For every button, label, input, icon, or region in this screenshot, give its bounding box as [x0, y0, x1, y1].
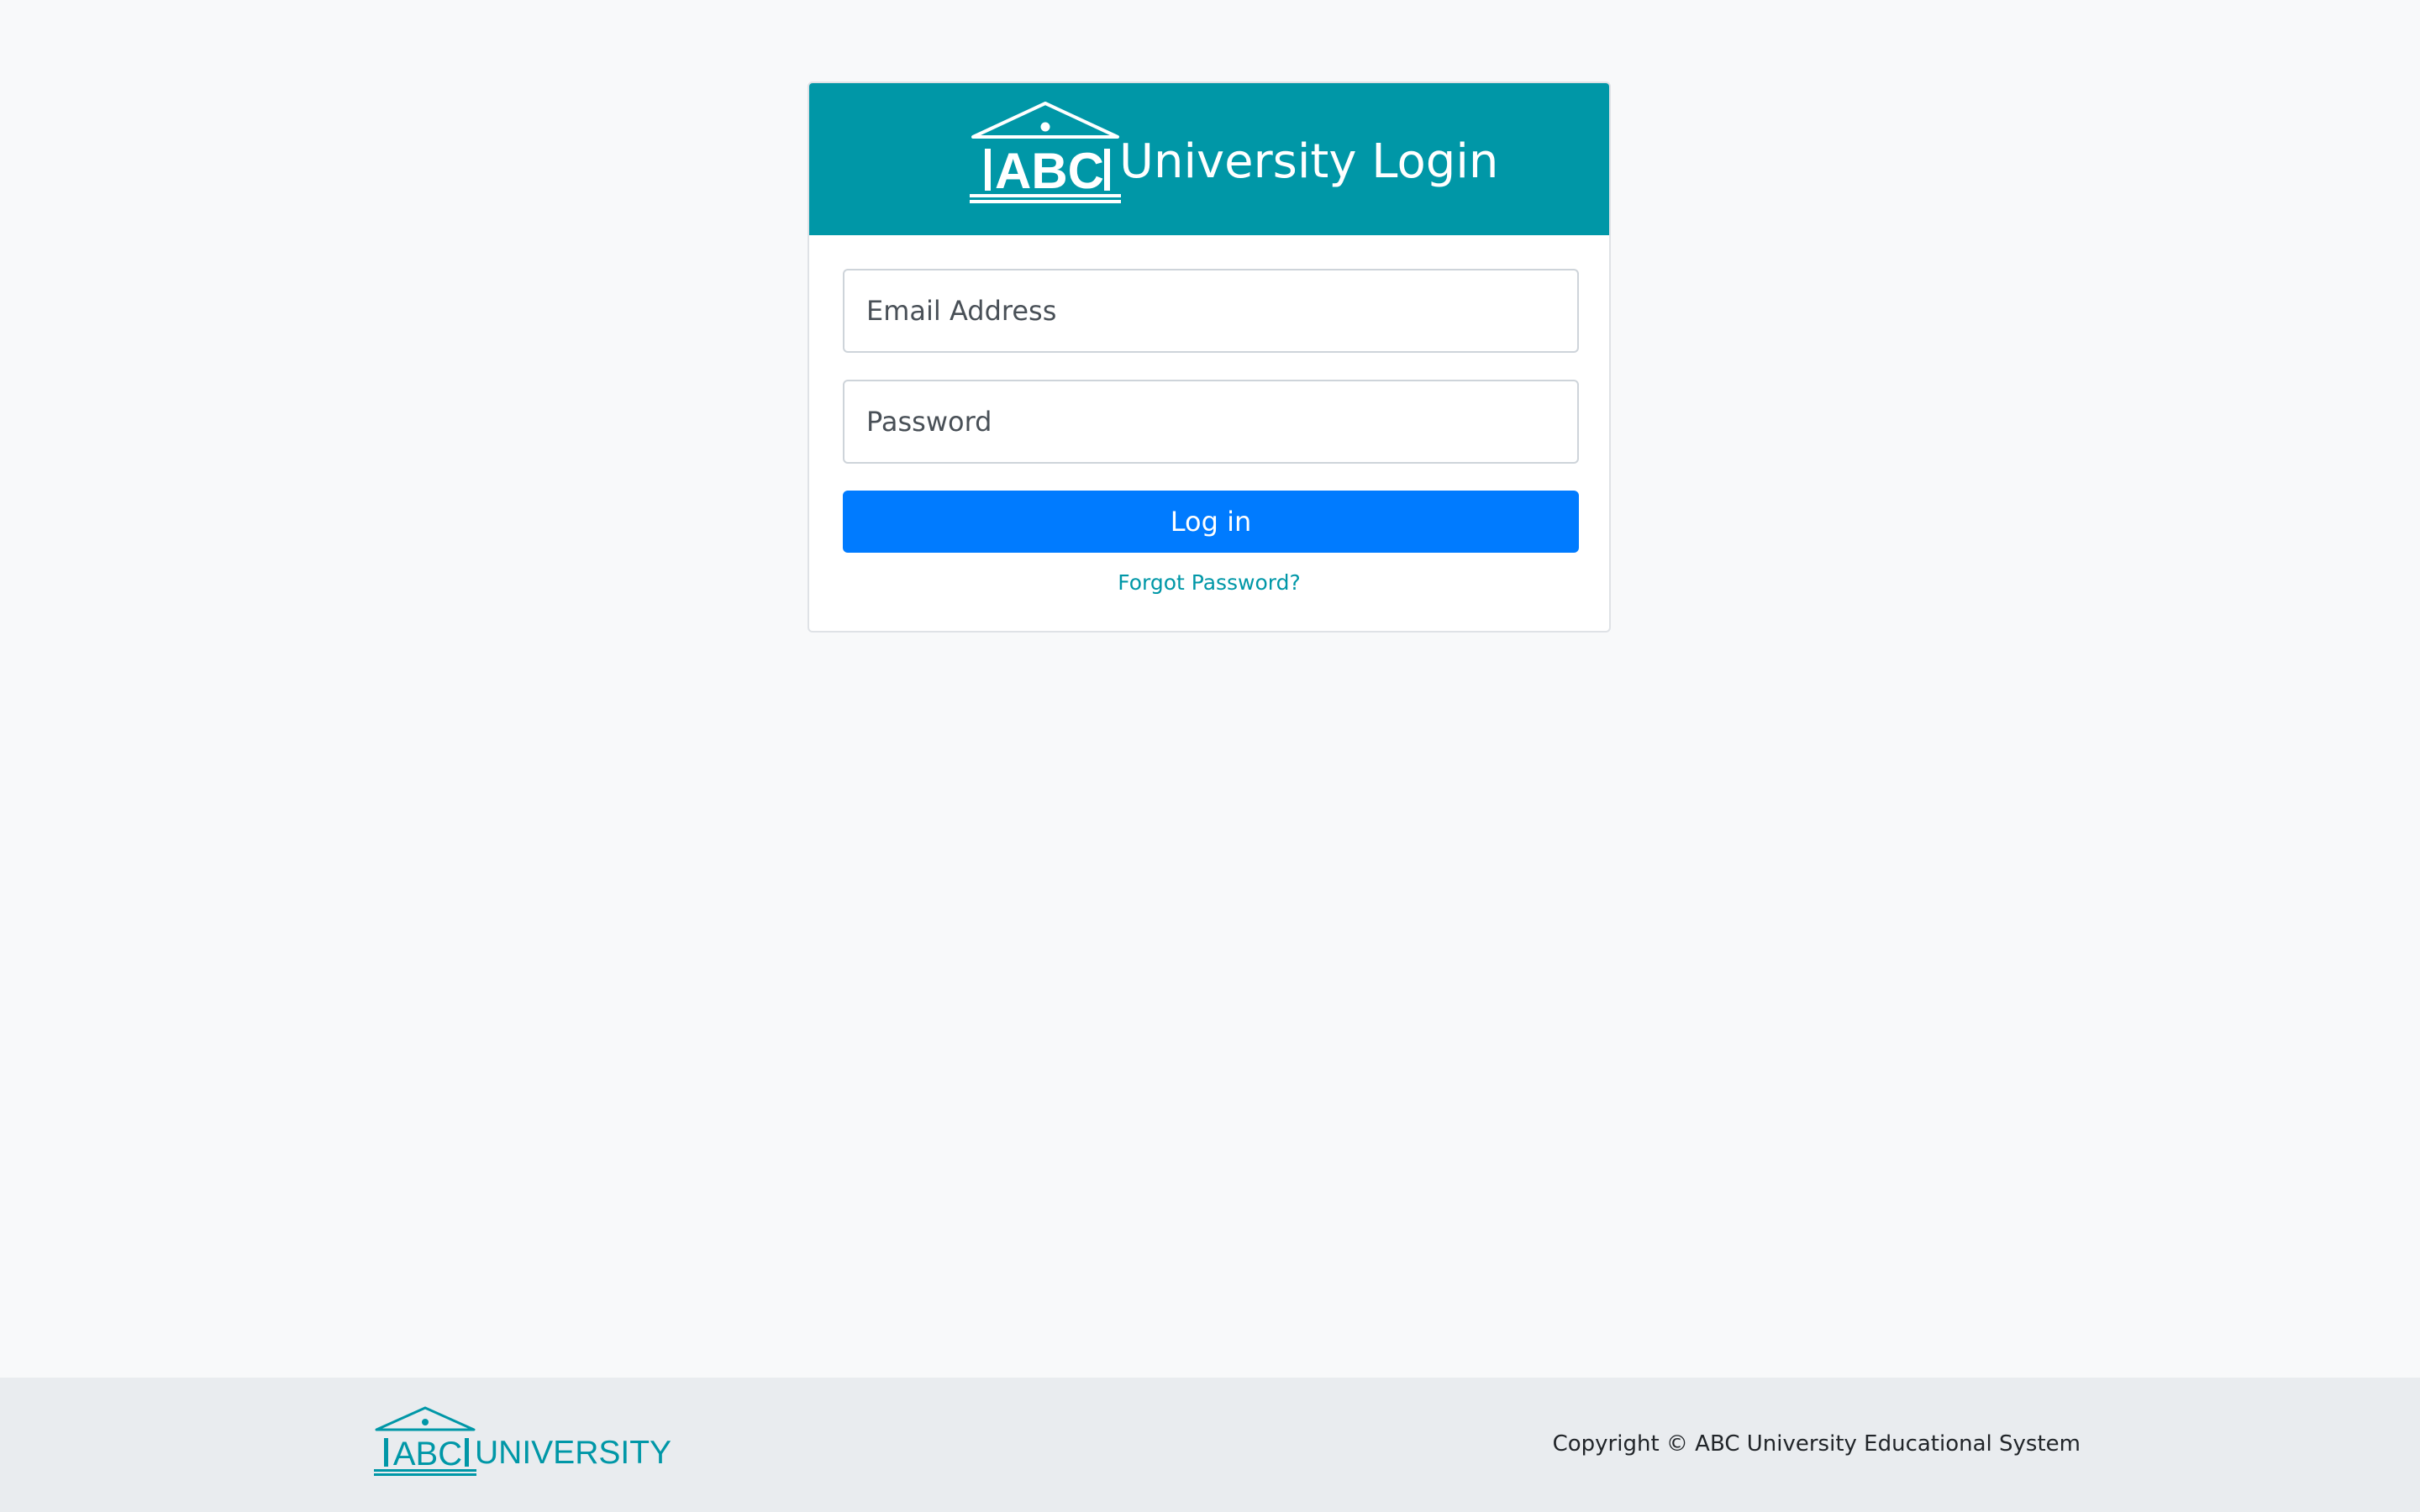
login-page: ABC University Login Log in Forgot Passw…: [0, 0, 2420, 1512]
footer-brand: UNIVERSITY: [475, 1435, 672, 1471]
footer: ABC UNIVERSITY Copyright © ABC Universit…: [0, 1378, 2420, 1512]
login-button[interactable]: Log in: [843, 491, 1579, 553]
footer-logo-lettering: ABC: [393, 1436, 462, 1473]
university-logo-icon: ABC: [970, 102, 1121, 203]
copyright-text: Copyright © ABC University Educational S…: [1552, 1431, 2081, 1457]
password-field[interactable]: [843, 380, 1579, 464]
email-field[interactable]: [843, 269, 1579, 353]
page-title: University Login: [1119, 134, 1499, 189]
footer-university-logo-icon: ABC: [374, 1406, 476, 1476]
card-header: ABC University Login: [809, 83, 1609, 235]
login-card: ABC University Login Log in Forgot Passw…: [808, 81, 1611, 633]
forgot-password-link[interactable]: Forgot Password?: [809, 570, 1609, 595]
logo-lettering: ABC: [995, 143, 1104, 199]
